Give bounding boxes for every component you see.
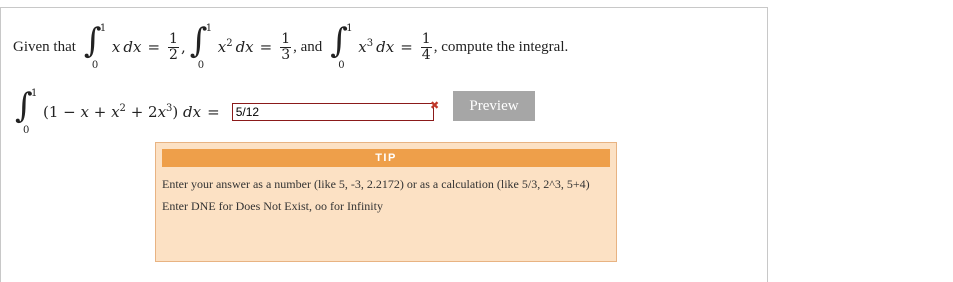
integral-sign: ∫ 1 0 xyxy=(83,21,107,71)
upper-limit: 1 xyxy=(99,23,107,34)
lower-limit: 0 xyxy=(338,60,345,71)
lower-limit: 0 xyxy=(23,125,30,136)
target-integral: ∫ 1 0 (1 − x + x2 + 2x3) dx = xyxy=(13,86,434,138)
tip-title: TIP xyxy=(162,149,610,167)
answer-input[interactable] xyxy=(231,103,434,121)
tip-box: TIP Enter your answer as a number (like … xyxy=(155,142,617,262)
compute-label: , compute the integral. xyxy=(433,38,569,55)
result-fraction: 1 4 xyxy=(420,30,432,63)
integral-sign: ∫ 1 0 xyxy=(15,86,38,136)
and-label: , and xyxy=(293,38,323,55)
lower-limit: 0 xyxy=(91,60,99,71)
result-fraction: 1 2 xyxy=(168,30,179,63)
preview-button[interactable]: Preview xyxy=(453,91,535,121)
upper-limit: 1 xyxy=(346,23,353,34)
target-integrand: (1 − x + x2 + 2x3) dx xyxy=(43,103,202,121)
upper-limit: 1 xyxy=(31,88,38,99)
given-statement: Given that ∫ 1 0 x dx = 1 2 , ∫ 1 0 x2 d… xyxy=(13,22,568,72)
integral-sign: ∫ 1 0 xyxy=(330,21,353,71)
integrand: x2 dx xyxy=(217,38,254,56)
result-fraction: 1 3 xyxy=(280,30,292,63)
integrand: x3 dx xyxy=(358,38,395,56)
tip-line-2: Enter DNE for Does Not Exist, oo for Inf… xyxy=(162,199,383,213)
integrand: x dx xyxy=(111,38,142,56)
integral-3: ∫ 1 0 x3 dx = 1 4 xyxy=(330,21,432,71)
integral-1: ∫ 1 0 x dx = 1 2 , xyxy=(83,21,186,71)
tip-line-1: Enter your answer as a number (like 5, -… xyxy=(162,177,590,191)
integral-sign: ∫ 1 0 xyxy=(189,21,213,71)
given-label: Given that xyxy=(13,38,76,55)
lower-limit: 0 xyxy=(197,60,205,71)
tip-content: Enter your answer as a number (like 5, -… xyxy=(162,173,610,217)
integral-2: ∫ 1 0 x2 dx = 1 3 xyxy=(189,21,292,71)
upper-limit: 1 xyxy=(205,23,213,34)
incorrect-mark-icon: ✖ xyxy=(430,99,440,112)
